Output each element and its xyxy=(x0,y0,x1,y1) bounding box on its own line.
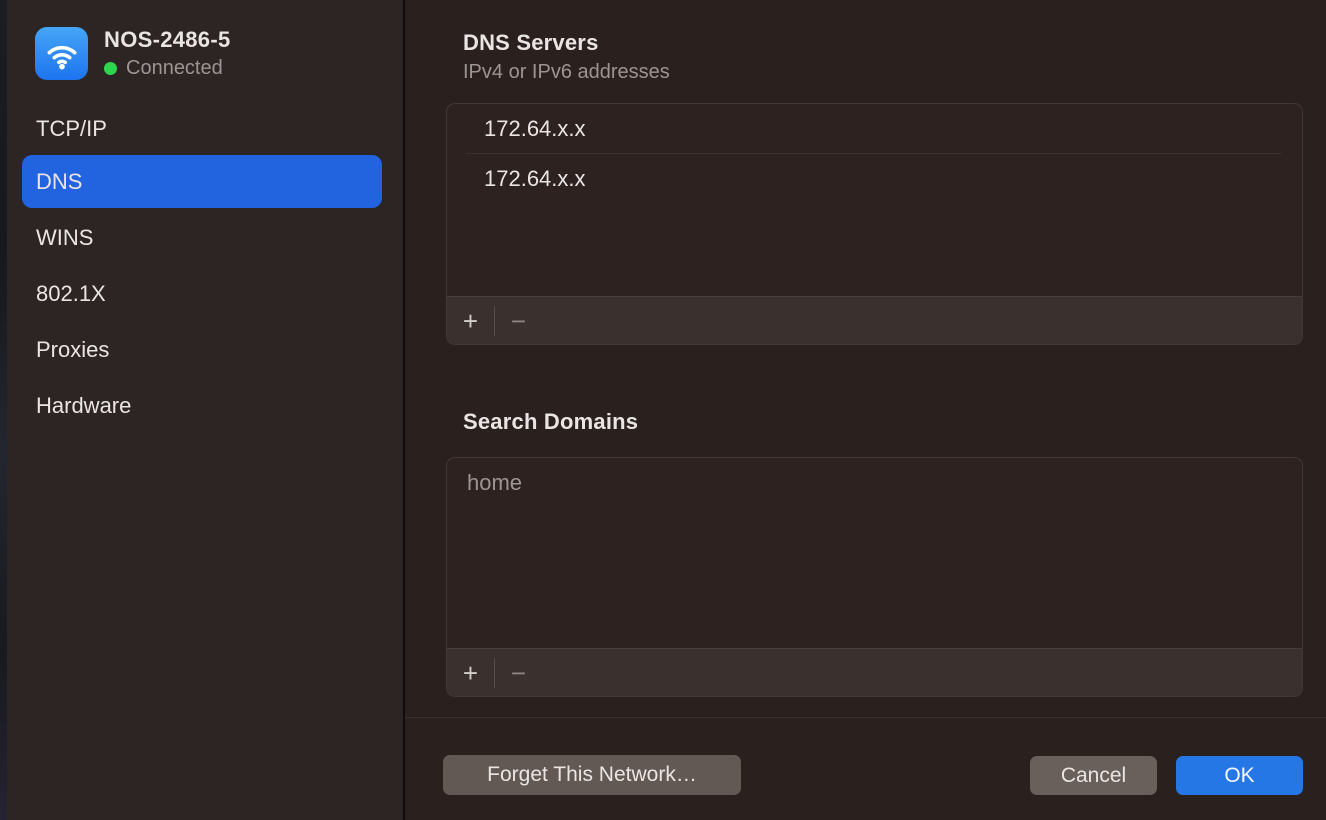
search-domain-row[interactable]: home xyxy=(447,458,1302,507)
search-domains-toolbar: + − xyxy=(447,648,1302,696)
sidebar-item-wins[interactable]: WINS xyxy=(22,211,382,264)
add-dns-server-button[interactable]: + xyxy=(447,297,494,345)
remove-dns-server-button[interactable]: − xyxy=(495,297,542,345)
cancel-button[interactable]: Cancel xyxy=(1030,756,1157,795)
ok-button[interactable]: OK xyxy=(1176,756,1303,795)
add-search-domain-button[interactable]: + xyxy=(447,649,494,697)
dns-server-row[interactable]: 172.64.x.x xyxy=(447,154,1302,203)
status-label: Connected xyxy=(126,57,223,80)
dns-servers-title: DNS Servers xyxy=(463,30,599,56)
dns-servers-toolbar: + − xyxy=(447,296,1302,344)
sidebar-item-dns[interactable]: DNS xyxy=(22,155,382,208)
network-name: NOS-2486-5 xyxy=(104,27,231,53)
search-domains-title: Search Domains xyxy=(463,409,638,435)
search-domains-list: home + − xyxy=(446,457,1303,697)
status-dot-icon xyxy=(104,62,117,75)
wifi-icon xyxy=(35,27,88,80)
main-panel: DNS Servers IPv4 or IPv6 addresses 172.6… xyxy=(405,0,1326,820)
dns-server-row[interactable]: 172.64.x.x xyxy=(447,104,1302,153)
sidebar-item-proxies[interactable]: Proxies xyxy=(22,323,382,376)
sidebar: NOS-2486-5 Connected TCP/IP DNS WINS 802… xyxy=(7,0,403,820)
forget-network-button[interactable]: Forget This Network… xyxy=(443,755,741,795)
sidebar-item-tcpip[interactable]: TCP/IP xyxy=(22,102,382,155)
network-details-window: NOS-2486-5 Connected TCP/IP DNS WINS 802… xyxy=(0,0,1326,820)
window-edge xyxy=(0,0,7,820)
remove-search-domain-button[interactable]: − xyxy=(495,649,542,697)
sidebar-item-hardware[interactable]: Hardware xyxy=(22,379,382,432)
dns-servers-list: 172.64.x.x 172.64.x.x + − xyxy=(446,103,1303,345)
dns-servers-subtitle: IPv4 or IPv6 addresses xyxy=(463,61,670,84)
connection-status: Connected xyxy=(104,57,223,80)
sidebar-item-8021x[interactable]: 802.1X xyxy=(22,267,382,320)
footer-separator xyxy=(405,717,1326,718)
